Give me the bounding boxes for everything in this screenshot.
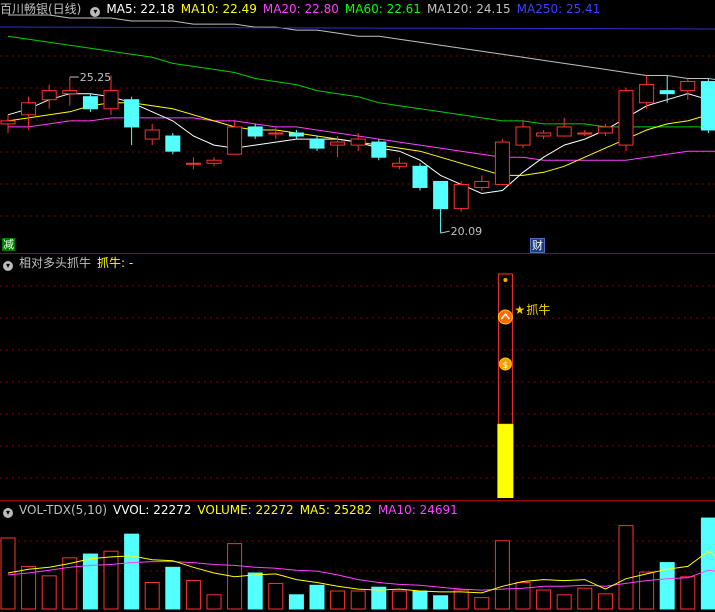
candle-body: [371, 141, 387, 158]
indicator-chart[interactable]: $ ★ 抓牛: [0, 254, 715, 500]
candle-body: [62, 90, 78, 95]
volume-bar: [103, 550, 119, 610]
candle-body: [247, 126, 263, 137]
candle-body: [639, 84, 655, 104]
volume-bar: [700, 517, 715, 610]
candle-body: [268, 132, 284, 135]
candle-body: [536, 132, 552, 137]
volume-bar: [82, 553, 98, 610]
candle-body: [144, 129, 160, 140]
volume-bar: [515, 581, 531, 610]
volume-bar: [268, 582, 284, 610]
volume-bar: [165, 566, 181, 610]
volume-bar: [494, 540, 510, 610]
price-annotation: 20.09: [451, 225, 483, 238]
annotation-pointer: [440, 230, 450, 234]
ma60-line: [7, 35, 715, 128]
ma120-line: [8, 14, 715, 80]
candle-body: [515, 126, 531, 146]
candle-body: [206, 159, 222, 164]
volume-bar: [433, 595, 449, 610]
finance-badge[interactable]: 财: [530, 238, 545, 253]
candle-body: [474, 180, 490, 188]
volume-chart[interactable]: [0, 501, 715, 612]
volume-bar: [288, 594, 304, 610]
volume-bar: [144, 581, 160, 610]
candle-body: [21, 102, 37, 116]
volume-bar: [309, 584, 325, 610]
candle-body: [556, 126, 572, 137]
price-annotation: 25.25: [80, 71, 112, 84]
candle-body: [185, 162, 201, 165]
candle-body: [124, 99, 140, 128]
volume-bar: [536, 589, 552, 610]
volume-bar: [412, 590, 428, 610]
volume-bar: [453, 589, 469, 610]
candle-body: [433, 180, 449, 210]
volume-bar: [680, 576, 696, 610]
volume-bar: [124, 533, 140, 610]
candle-body: [103, 90, 119, 110]
candle-body: [412, 165, 428, 188]
candle-body: [659, 90, 675, 95]
candle-body: [680, 81, 696, 92]
candlestick-chart[interactable]: 25.25 20.09: [0, 0, 715, 254]
reduce-badge[interactable]: 减: [2, 238, 15, 251]
signal-volume-bar: [497, 424, 514, 498]
volume-bar: [0, 537, 16, 610]
candle-body: [391, 162, 407, 167]
volume-bar: [597, 593, 613, 610]
volume-bar: [474, 597, 490, 610]
candle-body: [494, 141, 510, 185]
candle-body: [597, 126, 613, 134]
candle-body: [700, 81, 715, 131]
signal-label: 抓牛: [526, 302, 550, 317]
volume-bar: [577, 587, 593, 610]
signal-dot: [503, 278, 508, 282]
candle-body: [618, 90, 634, 146]
candle-body: [350, 138, 366, 146]
candle-body: [0, 120, 16, 125]
volume-bar: [247, 572, 263, 610]
candle-body: [330, 141, 346, 146]
volume-bar: [639, 571, 655, 610]
candle-body: [165, 135, 181, 152]
candle-body: [577, 132, 593, 135]
money-bag-glyph: $: [503, 361, 509, 371]
volume-bar: [350, 590, 366, 610]
candle-body: [227, 126, 243, 155]
volume-bar: [62, 557, 78, 610]
volume-bar: [206, 594, 222, 610]
volume-bar: [556, 594, 572, 610]
candle-body: [82, 96, 98, 110]
signal-column-frame: [497, 273, 513, 425]
volume-bar: [618, 525, 634, 610]
volume-bar: [391, 590, 407, 610]
candle-body: [288, 132, 304, 137]
star-icon: ★: [514, 303, 525, 317]
volume-bar: [330, 590, 346, 610]
candle-body: [453, 183, 469, 210]
candle-body: [309, 138, 325, 149]
volume-bar: [41, 575, 57, 610]
bull-up-icon: [497, 309, 513, 325]
volume-bar: [185, 580, 201, 610]
ma250-line: [0, 26, 715, 30]
candle-body: [41, 90, 57, 101]
